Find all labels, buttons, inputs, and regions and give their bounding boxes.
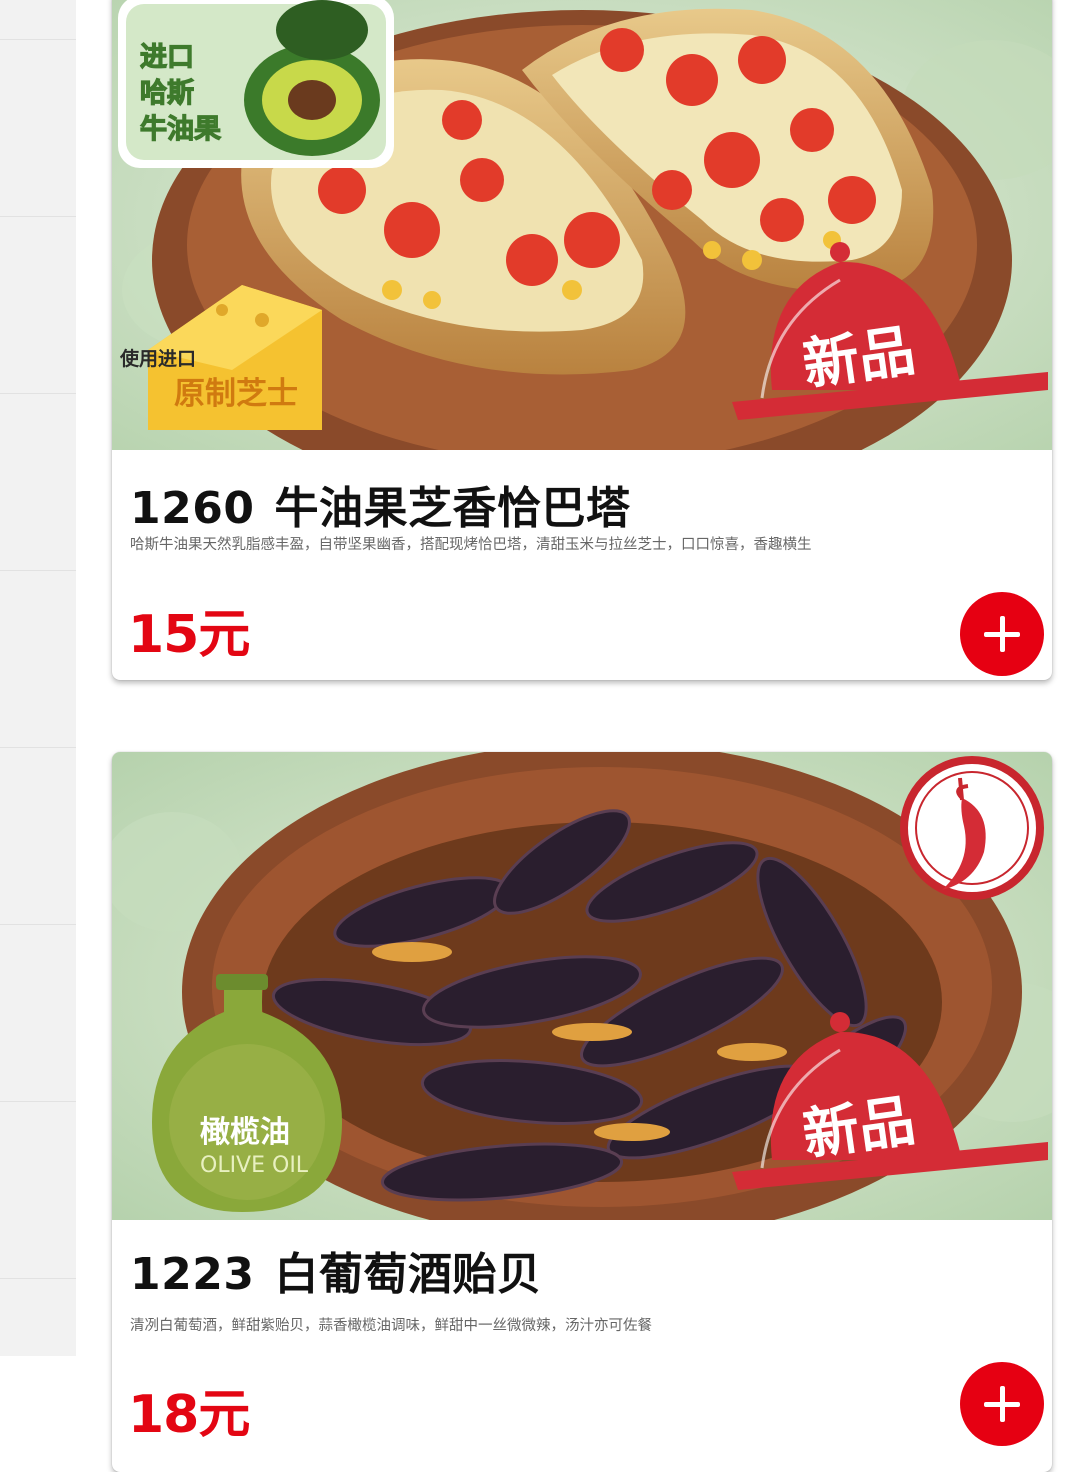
category-sidebar [0, 0, 76, 1356]
cheese-badge-line1: 使用进口 [119, 348, 196, 370]
sidebar-category-item[interactable] [0, 925, 76, 1102]
item-code: 1223 [130, 1249, 255, 1300]
product-image: 进口 哈斯 牛油果 使用进口 原制芝士 新品 [112, 0, 1052, 450]
sidebar-category-item[interactable] [0, 40, 76, 217]
product-image: 橄榄油 OLIVE OIL 新品 [112, 752, 1052, 1220]
item-description: 哈斯牛油果天然乳脂感丰盈，自带坚果幽香，搭配现烤恰巴塔，清甜玉米与拉丝芝士，口口… [130, 537, 812, 553]
avocado-badge-line2: 哈斯 [140, 78, 194, 109]
olive-oil-badge-en: OLIVE OIL [200, 1153, 309, 1178]
item-name: 牛油果芝香恰巴塔 [274, 483, 631, 534]
menu-item-card[interactable]: 进口 哈斯 牛油果 使用进口 原制芝士 新品 1260 牛油果芝香恰巴塔 哈斯牛油… [112, 0, 1052, 680]
cheese-badge-line2: 原制芝士 [174, 376, 298, 412]
chili-pepper-icon [900, 756, 1044, 900]
item-name: 白葡萄酒贻贝 [274, 1249, 542, 1300]
avocado-badge-line1: 进口 [140, 42, 194, 73]
sidebar-category-item[interactable] [0, 217, 76, 394]
sidebar-category-item[interactable] [0, 0, 76, 40]
item-title: 1260 牛油果芝香恰巴塔 [130, 472, 630, 536]
item-description: 清冽白葡萄酒，鲜甜紫贻贝，蒜香橄榄油调味，鲜甜中一丝微微辣，汤汁亦可佐餐 [130, 1318, 652, 1334]
item-title: 1223 白葡萄酒贻贝 [130, 1238, 541, 1302]
item-code: 1260 [130, 483, 255, 534]
sidebar-category-item[interactable] [0, 1102, 76, 1279]
sidebar-category-item[interactable] [0, 571, 76, 748]
sidebar-category-item[interactable] [0, 394, 76, 571]
sidebar-category-item[interactable] [0, 748, 76, 925]
item-price: 18元 [128, 1385, 250, 1445]
add-to-cart-button[interactable] [960, 1362, 1044, 1446]
menu-item-card[interactable]: 橄榄油 OLIVE OIL 新品 1223 白葡萄酒贻贝 清冽白葡萄酒，鲜甜紫贻贝… [112, 752, 1052, 1472]
item-price: 15元 [128, 605, 250, 665]
olive-oil-badge-cn: 橄榄油 [200, 1115, 290, 1150]
add-to-cart-button[interactable] [960, 592, 1044, 676]
avocado-badge-line3: 牛油果 [140, 114, 221, 145]
